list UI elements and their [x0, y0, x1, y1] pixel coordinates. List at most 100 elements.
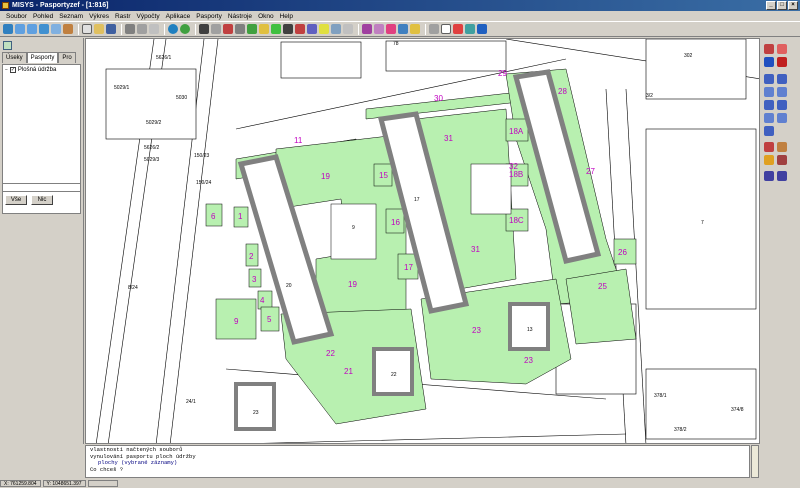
checkbox-icon[interactable]: ✓: [9, 67, 16, 73]
parcel-number: 5029/1: [114, 85, 130, 91]
pasport-edit-icon[interactable]: [374, 24, 384, 34]
tab-pro[interactable]: Pro: [58, 52, 76, 63]
snap-near-icon[interactable]: [764, 126, 774, 136]
fill-icon[interactable]: [777, 142, 787, 152]
parcel-number: 23: [253, 410, 259, 416]
pasport-export-icon[interactable]: [410, 24, 420, 34]
plot-label: 3: [252, 275, 257, 284]
zoom-all-icon[interactable]: [3, 24, 13, 34]
pasport-list-icon[interactable]: [398, 24, 408, 34]
menu-pohled[interactable]: Pohled: [30, 13, 56, 20]
snap-node-icon[interactable]: [777, 87, 787, 97]
map-canvas[interactable]: 6 1 2 3 4 5 9 11 19 19 15 16 17 22 21 30…: [85, 38, 760, 444]
command-scrollbar[interactable]: [751, 445, 759, 478]
plot-label: 21: [344, 367, 353, 376]
layers-icon[interactable]: [180, 24, 190, 34]
zoom-in-icon[interactable]: [15, 24, 25, 34]
save-icon[interactable]: [106, 24, 116, 34]
print-icon[interactable]: [125, 24, 135, 34]
select-all-button[interactable]: Vše: [5, 195, 27, 205]
snap-end-icon[interactable]: [764, 74, 774, 84]
snap-tan-icon[interactable]: [777, 113, 787, 123]
select-none-button[interactable]: Nic: [31, 195, 53, 205]
menu-nastroje[interactable]: Nástroje: [225, 13, 255, 20]
line-icon[interactable]: [235, 24, 245, 34]
zoom-previous-icon[interactable]: [51, 24, 61, 34]
select-icon[interactable]: [199, 24, 209, 34]
paint-icon[interactable]: [764, 142, 774, 152]
status-z: [87, 480, 118, 487]
undo-icon[interactable]: [764, 44, 774, 54]
minimize-button[interactable]: _: [766, 1, 776, 10]
page-setup-icon[interactable]: [149, 24, 159, 34]
menu-soubor[interactable]: Soubor: [3, 13, 30, 20]
highlight-icon[interactable]: [319, 24, 329, 34]
coordinate-icon[interactable]: [764, 171, 774, 181]
menu-rastr[interactable]: Rastr: [112, 13, 134, 20]
pasport-icon[interactable]: [362, 24, 372, 34]
stop-icon[interactable]: [777, 57, 787, 67]
plot-label: 2: [249, 252, 254, 261]
symbol-icon[interactable]: [259, 24, 269, 34]
pointer-icon[interactable]: [429, 24, 439, 34]
edit-node-icon[interactable]: [247, 24, 257, 34]
edit-pen-icon[interactable]: [453, 24, 463, 34]
arrow-icon[interactable]: [283, 24, 293, 34]
status-bar: X: 761259.804 Y: 1048651.397: [0, 480, 800, 487]
plot-label: 31: [444, 134, 453, 143]
command-prompt: Co chceš ?: [90, 465, 124, 473]
plot-label: 26: [618, 248, 627, 257]
help-icon[interactable]: [477, 24, 487, 34]
close-button[interactable]: ×: [788, 1, 798, 10]
command-output[interactable]: vlastnosti načtených souborů vynulování …: [85, 445, 750, 478]
plot-label: 5: [267, 315, 272, 324]
building-outline: [645, 128, 757, 310]
area-icon[interactable]: [343, 24, 353, 34]
print-preview-icon[interactable]: [137, 24, 147, 34]
redo-icon[interactable]: [777, 44, 787, 54]
menu-seznam[interactable]: Seznam: [56, 13, 86, 20]
parcel-number: 374/8: [731, 407, 744, 413]
document-icon[interactable]: [441, 24, 451, 34]
globe-icon[interactable]: [168, 24, 178, 34]
tab-useky[interactable]: Úseky: [2, 52, 27, 63]
courtyard: [470, 163, 512, 215]
query-icon[interactable]: [307, 24, 317, 34]
menu-pasporty[interactable]: Pasporty: [193, 13, 225, 20]
polygon-icon[interactable]: [271, 24, 281, 34]
snap-center-icon[interactable]: [764, 87, 774, 97]
command-panel: vlastnosti načtených souborů vynulování …: [0, 444, 800, 480]
distance-icon[interactable]: [777, 171, 787, 181]
search-icon[interactable]: [465, 24, 475, 34]
zoom-out-icon[interactable]: [27, 24, 37, 34]
snap-int-icon[interactable]: [777, 100, 787, 110]
pasport-search-icon[interactable]: [386, 24, 396, 34]
measure-icon[interactable]: [295, 24, 305, 34]
zoom-window-icon[interactable]: [39, 24, 49, 34]
snap-quad-icon[interactable]: [764, 100, 774, 110]
snap-mid-icon[interactable]: [777, 74, 787, 84]
menu-help[interactable]: Help: [277, 13, 296, 20]
maximize-button[interactable]: □: [777, 1, 787, 10]
snap-perp-icon[interactable]: [764, 113, 774, 123]
tab-pasporty[interactable]: Pasporty: [26, 52, 59, 63]
pan-icon[interactable]: [63, 24, 73, 34]
menu-vykres[interactable]: Výkres: [86, 13, 112, 20]
menu-vypocty[interactable]: Výpočty: [133, 13, 162, 20]
properties-icon[interactable]: [331, 24, 341, 34]
green-area: [565, 268, 637, 345]
plot-label: 22: [326, 349, 335, 358]
redraw-icon[interactable]: [764, 57, 774, 67]
hatch-icon[interactable]: [764, 155, 774, 165]
panel-tree-icon[interactable]: [3, 40, 12, 50]
text-icon[interactable]: [223, 24, 233, 34]
open-folder-icon[interactable]: [94, 24, 104, 34]
menu-okno[interactable]: Okno: [255, 13, 277, 20]
tree-item-plosna-udrzba[interactable]: − ✓ Plošná údržba: [5, 67, 78, 73]
curve-icon[interactable]: [777, 155, 787, 165]
filter-input[interactable]: [2, 183, 81, 192]
new-file-icon[interactable]: [82, 24, 92, 34]
plot-label: 25: [598, 282, 607, 291]
move-icon[interactable]: [211, 24, 221, 34]
menu-aplikace[interactable]: Aplikace: [163, 13, 194, 20]
